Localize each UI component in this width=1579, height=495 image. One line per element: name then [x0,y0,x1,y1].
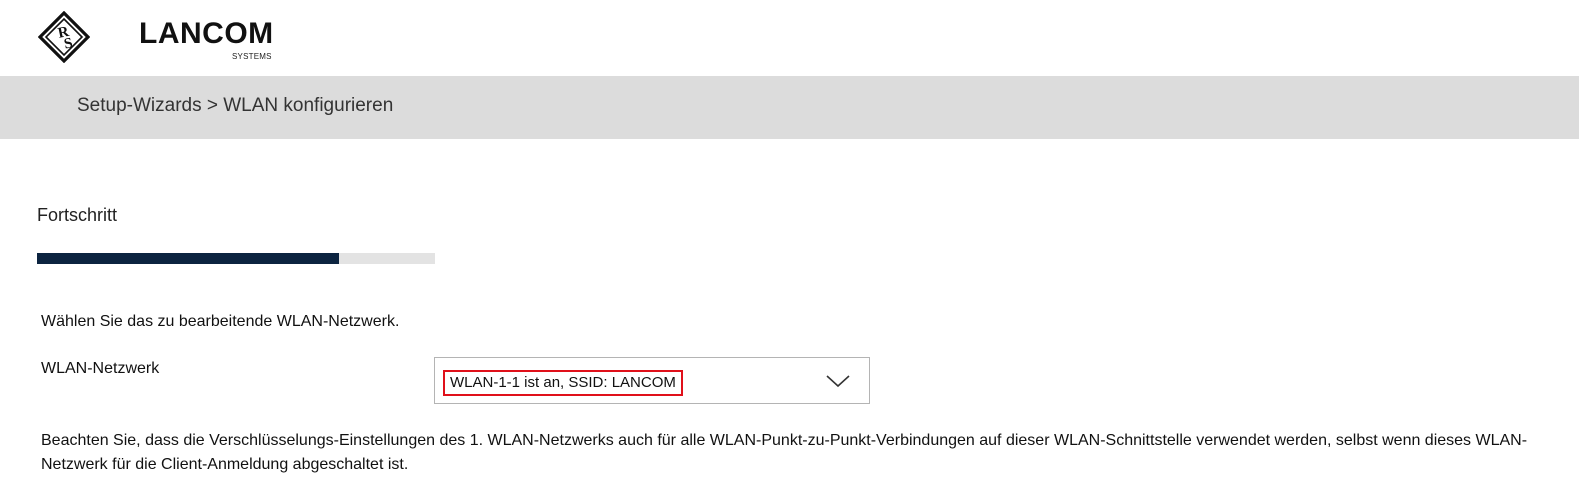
instruction-text: Wählen Sie das zu bearbeitende WLAN-Netz… [41,313,400,330]
progress-fill [37,253,340,264]
brand-subtitle: SYSTEMS [232,52,272,61]
wlan-network-label: WLAN-Netzwerk [41,360,160,377]
wlan-network-selected-value: WLAN-1-1 ist an, SSID: LANCOM [443,370,683,396]
encryption-note: Beachten Sie, dass die Verschlüsselungs-… [41,432,1528,473]
progress-bar [37,253,435,264]
breadcrumb: Setup-Wizards > WLAN konfigurieren [77,95,394,116]
progress-label: Fortschritt [37,205,118,225]
chevron-down-icon [826,375,850,388]
header: R S LANCOM SYSTEMS [0,0,1579,76]
svg-text:S: S [63,35,74,52]
wlan-network-dropdown[interactable]: WLAN-1-1 ist an, SSID: LANCOM [434,357,870,404]
brand-name: LANCOM [139,17,274,50]
rohde-schwarz-logo-icon: R S [38,11,90,63]
